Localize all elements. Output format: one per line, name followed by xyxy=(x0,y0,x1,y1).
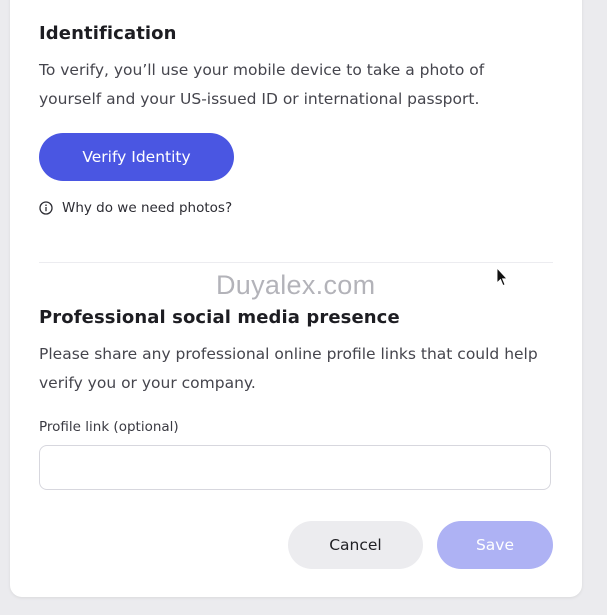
arrow-cursor-icon xyxy=(496,267,508,287)
why-photos-link[interactable]: Why do we need photos? xyxy=(39,200,232,216)
social-presence-description: Please share any professional online pro… xyxy=(39,345,538,392)
identification-title: Identification xyxy=(39,23,177,44)
section-divider xyxy=(39,262,553,263)
verify-identity-button[interactable]: Verify Identity xyxy=(39,133,234,181)
profile-link-label: Profile link (optional) xyxy=(39,419,179,435)
cancel-button[interactable]: Cancel xyxy=(288,521,423,569)
why-photos-label: Why do we need photos? xyxy=(62,200,233,216)
save-button[interactable]: Save xyxy=(437,521,553,569)
profile-link-input[interactable] xyxy=(39,445,551,490)
social-presence-title: Professional social media presence xyxy=(39,307,400,328)
identification-description: To verify, you’ll use your mobile device… xyxy=(39,61,485,108)
info-icon xyxy=(39,201,53,215)
watermark: Duyalex.com xyxy=(216,270,376,300)
